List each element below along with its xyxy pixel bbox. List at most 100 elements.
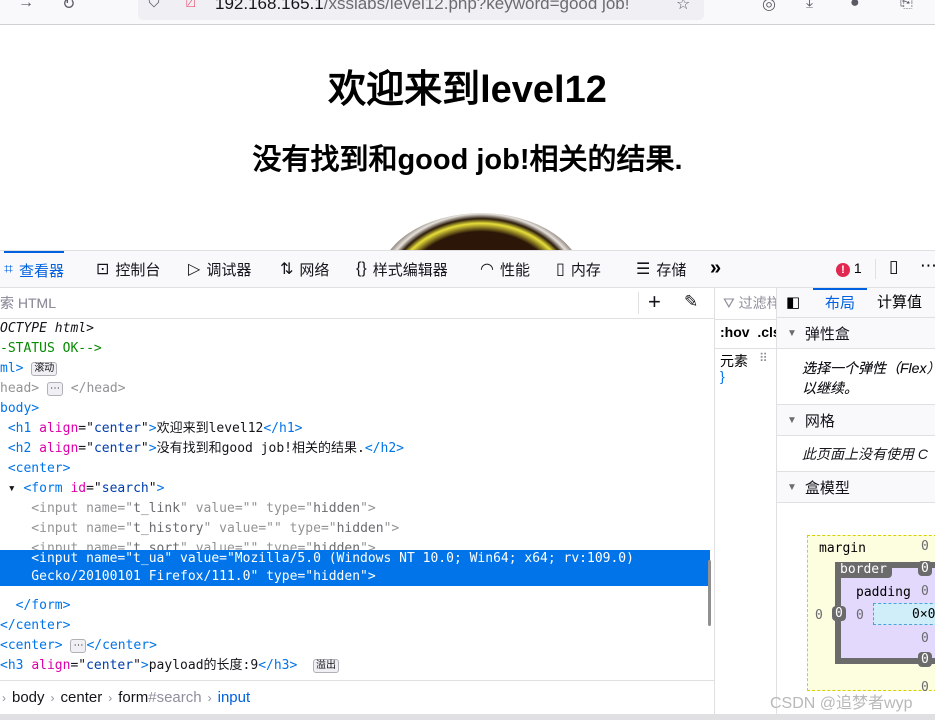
markup-token: search (101, 481, 149, 496)
shield-icon[interactable]: ⛉ (148, 0, 160, 12)
section-box-model[interactable]: ▼ 盒模型 (777, 471, 935, 503)
node-badge[interactable]: ⋯ (70, 638, 87, 653)
node-badge[interactable]: 溢出 (312, 658, 339, 673)
eyedropper-icon[interactable]: ✎ (684, 292, 698, 312)
rules-filter-input[interactable]: ⛛ 过滤样式 (723, 293, 776, 313)
pocket-icon[interactable]: ◎ (762, 0, 776, 14)
markup-node[interactable]: <input name="t_history" value="" type="h… (0, 519, 710, 539)
markup-node[interactable]: OCTYPE html> (0, 319, 710, 339)
markup-token: </h1> (263, 421, 303, 436)
tab-label: 存储 (656, 261, 687, 279)
download-icon[interactable]: ⤓ (806, 0, 813, 12)
border-bottom-value[interactable]: 0 (918, 652, 932, 667)
markup-node[interactable]: head> ⋯ </head> (0, 379, 710, 399)
markup-token: ="" (234, 501, 267, 516)
insecure-lock-icon[interactable]: ⍁ (186, 0, 196, 12)
markup-token: " (180, 501, 196, 516)
markup-token: center (86, 658, 134, 673)
markup-token: -STATUS OK--> (0, 341, 102, 356)
breadcrumb-item[interactable]: body (12, 689, 45, 706)
breadcrumb-separator-icon: › (207, 690, 212, 705)
watermark: CSDN @追梦者wyp (770, 695, 913, 712)
html-search-input[interactable] (0, 292, 600, 314)
network-icon: ⇅ (280, 261, 294, 278)
border-left-value[interactable]: 0 (832, 606, 846, 621)
markup-node[interactable]: <h3 align="center">payload的长度:9</h3> 溢出 (0, 656, 710, 676)
section-flexbox[interactable]: ▼ 弹性盒 (777, 317, 935, 349)
markup-node[interactable]: <center> ⋯ </center> (0, 636, 710, 656)
markup-node-selected[interactable]: <input name="t_ua" value="Mozilla/5.0 (W… (0, 550, 710, 586)
section-grid[interactable]: ▼ 网格 (777, 404, 935, 436)
forward-icon[interactable]: → (18, 0, 34, 12)
markup-node[interactable]: </form> (0, 596, 710, 616)
tab-layout[interactable]: 布局 (813, 288, 867, 318)
markup-node[interactable]: <h1 align="center">欢迎来到level12</h1> (0, 419, 710, 439)
markup-token: "> (360, 501, 376, 516)
tab-network[interactable]: ⇅ 网络 (280, 251, 329, 287)
tab-memory[interactable]: ▯ 内存 (556, 251, 601, 287)
tab-storage[interactable]: ☰ 存储 (636, 251, 686, 287)
markup-node[interactable]: <h2 align="center">没有找到和good job!相关的结果.<… (0, 439, 710, 459)
extensions-icon[interactable]: ⎘ (900, 0, 913, 12)
markup-node[interactable]: <input name="t_link" value="" type="hidd… (0, 499, 710, 519)
markup-token: =" (320, 521, 337, 536)
breadcrumb-item[interactable]: input (218, 689, 251, 706)
markup-token: " (140, 421, 149, 436)
markup-token: </form> (0, 598, 71, 613)
markup-token: > (156, 481, 165, 496)
markup-node[interactable]: body> (0, 399, 710, 419)
tab-performance[interactable]: ◠ 性能 (480, 251, 530, 287)
more-tabs-icon[interactable]: » (710, 257, 721, 280)
account-icon[interactable]: ● (850, 0, 860, 12)
tab-style-editor[interactable]: {} 样式编辑器 (356, 251, 448, 287)
markup-token: <h3 (0, 658, 32, 673)
margin-bottom-value[interactable]: 0 (921, 680, 929, 695)
padding-bottom-value[interactable]: 0 (921, 631, 929, 646)
padding-left-value[interactable]: 0 (856, 608, 864, 623)
hov-toggle[interactable]: :hov (720, 324, 750, 340)
error-count-button[interactable]: ! 1 (836, 260, 862, 277)
menu-icon[interactable]: ⋯ (920, 256, 935, 276)
bookmark-star-icon[interactable]: ☆ (676, 0, 690, 14)
cls-toggle[interactable]: .cls (757, 324, 776, 340)
markup-token: align (39, 421, 79, 436)
markup-node[interactable]: <center> (0, 459, 710, 479)
tab-computed[interactable]: 计算值 (877, 288, 922, 318)
node-badge[interactable]: 滚动 (31, 361, 58, 376)
error-icon: ! (836, 263, 850, 277)
markup-node[interactable]: ml> 滚动 (0, 359, 710, 379)
markup-token: > (148, 441, 157, 456)
markup-node[interactable]: -STATUS OK--> (0, 339, 710, 359)
tab-debugger[interactable]: ▷ 调试器 (188, 251, 251, 287)
border-top-value[interactable]: 0 (918, 561, 932, 576)
tab-console[interactable]: ⊡ 控制台 (96, 251, 160, 287)
margin-top-value[interactable]: 0 (921, 539, 929, 554)
add-node-icon[interactable]: + (648, 289, 661, 315)
toggle-sidebar-icon[interactable]: ◧ (786, 293, 800, 311)
console-icon: ⊡ (96, 261, 110, 278)
reload-icon[interactable]: ↻ (62, 0, 75, 14)
markup-scrollbar[interactable] (708, 560, 711, 626)
markup-token: 没有找到和good job!相关的结果. (156, 441, 365, 456)
breadcrumb-item[interactable]: center (61, 689, 103, 706)
breadcrumb-item[interactable]: form#search (118, 689, 201, 706)
node-badge[interactable]: ⋯ (46, 381, 63, 396)
tab-label: 控制台 (115, 261, 161, 279)
tab-label: 查看器 (19, 262, 65, 280)
markup-token: " (140, 441, 149, 456)
breadcrumb-separator-icon: › (108, 690, 113, 705)
markup-token: ▾ (0, 481, 24, 496)
markup-node[interactable]: ▾ <form id="search"> (0, 479, 710, 499)
markup-node[interactable]: </center> (0, 616, 710, 636)
responsive-design-icon[interactable]: ▯ (889, 257, 898, 277)
padding-top-value[interactable]: 0 (921, 584, 929, 599)
page-subheading: 没有找到和good job!相关的结果. (252, 144, 683, 176)
markup-token: <form (23, 481, 71, 496)
markup-token: > (140, 658, 149, 673)
style-editor-icon: {} (356, 260, 367, 277)
margin-left-value[interactable]: 0 (815, 608, 823, 623)
tab-inspector[interactable]: ⌗ 查看器 (4, 251, 65, 287)
url-text[interactable]: 192.168.165.1/xsslabs/level12.php?keywor… (215, 0, 629, 14)
markup-token: <input (0, 521, 87, 536)
html-search-row: 索 HTML + ✎ (0, 288, 714, 319)
